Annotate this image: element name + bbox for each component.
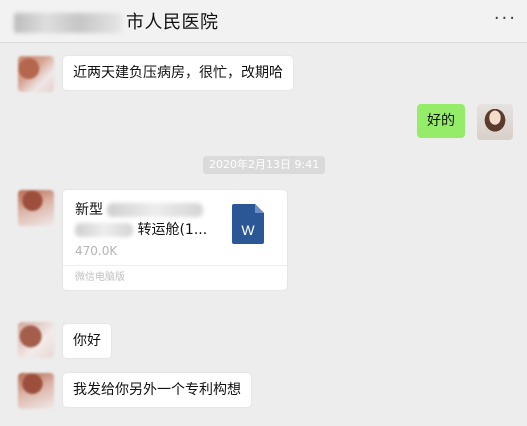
avatar[interactable] <box>18 56 54 92</box>
file-size: 470.0K <box>75 244 118 258</box>
redacted-filename-part <box>107 203 204 217</box>
message-text: 近两天建负压病房，很忙，改期哈 <box>73 65 283 81</box>
redacted-filename-part <box>75 223 133 237</box>
redacted-title-part <box>14 13 122 33</box>
more-dots-icon[interactable]: ··· <box>494 8 517 29</box>
avatar[interactable] <box>18 190 54 226</box>
chat-header: 市人民医院 ··· <box>0 0 527 43</box>
avatar[interactable] <box>18 322 54 358</box>
chat-title-text: 市人民医院 <box>126 12 219 33</box>
message-bubble-outgoing[interactable]: 好的 <box>417 104 465 138</box>
timestamp: 2020年2月13日 9:41 <box>203 156 326 174</box>
message-bubble-incoming[interactable]: 你好 <box>63 324 111 358</box>
file-name: 新型 转运舱(1... <box>75 200 225 240</box>
self-avatar[interactable] <box>477 104 513 140</box>
message-bubble-incoming[interactable]: 我发给你另外一个专利构想 <box>63 373 251 407</box>
message-text: 你好 <box>73 333 101 349</box>
avatar[interactable] <box>18 373 54 409</box>
file-source: 微信电脑版 <box>63 265 287 290</box>
word-document-icon: W <box>232 204 264 244</box>
chat-title: 市人民医院 <box>14 8 219 34</box>
message-text: 好的 <box>427 113 455 129</box>
file-name-line2: 转运舱(1... <box>137 222 208 238</box>
file-message-card[interactable]: 新型 转运舱(1... 470.0K W 微信电脑版 <box>63 190 287 290</box>
file-name-line1: 新型 <box>75 202 103 218</box>
message-bubble-incoming[interactable]: 近两天建负压病房，很忙，改期哈 <box>63 56 293 90</box>
message-text: 我发给你另外一个专利构想 <box>73 382 241 398</box>
